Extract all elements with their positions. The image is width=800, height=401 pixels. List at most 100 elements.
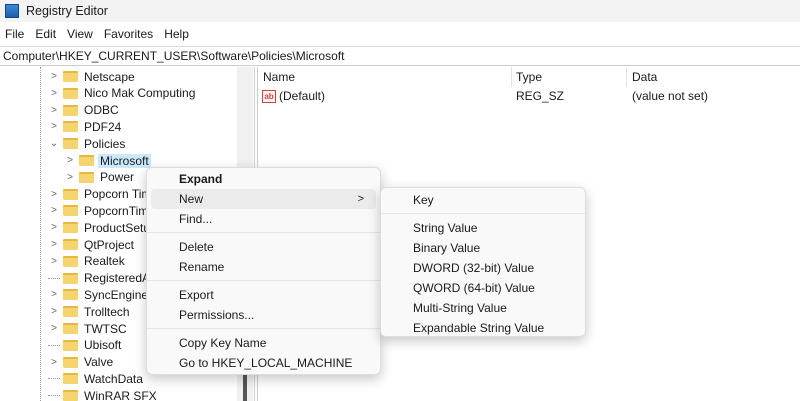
folder-icon (63, 121, 78, 133)
chevron-right-icon[interactable]: > (48, 323, 60, 334)
tree-item[interactable]: Ubisoft (48, 337, 123, 354)
chevron-right-icon: > (357, 193, 364, 205)
tree-item-label: Ubisoft (84, 338, 122, 353)
menu-bar: File Edit View Favorites Help (0, 24, 800, 44)
folder-icon (63, 188, 78, 200)
menu-file[interactable]: File (0, 27, 30, 41)
folder-icon (63, 205, 78, 217)
tree-item[interactable]: > Valve (48, 354, 115, 371)
menu-separator (147, 280, 380, 281)
menu-item-copy-key-name[interactable]: Copy Key Name (151, 333, 376, 353)
tree-leaf-connector (48, 337, 60, 346)
menu-item-expand[interactable]: Expand (151, 169, 376, 189)
chevron-right-icon[interactable]: > (48, 105, 60, 116)
menu-item-delete[interactable]: Delete (151, 237, 376, 257)
submenu-item-binary-value[interactable]: Binary Value (385, 238, 581, 258)
column-header-type[interactable]: Type (516, 70, 542, 84)
tree-item[interactable]: > Power (64, 169, 136, 186)
menu-edit[interactable]: Edit (30, 27, 62, 41)
tree-item-label: Trolltech (84, 304, 130, 319)
menu-separator (147, 328, 380, 329)
chevron-right-icon[interactable]: > (48, 239, 60, 250)
registry-editor-icon (5, 4, 19, 18)
tree-item[interactable]: > TWTSC (48, 320, 129, 337)
submenu-item-string-value[interactable]: String Value (385, 218, 581, 238)
tree-item-label: ODBC (84, 103, 119, 118)
chevron-right-icon[interactable]: > (64, 155, 76, 166)
tree-item-label: Netscape (84, 69, 135, 84)
folder-icon (63, 255, 78, 267)
column-divider[interactable] (626, 67, 627, 87)
tree-item[interactable]: ⌄ Policies (48, 135, 127, 152)
column-header-name[interactable]: Name (263, 70, 295, 84)
folder-icon (63, 71, 78, 82)
folder-icon (63, 239, 78, 250)
tree-item[interactable]: > PopcornTime (48, 202, 157, 219)
tree-item[interactable]: > QtProject (48, 236, 136, 253)
tree-item-label: Power (100, 170, 135, 185)
tree-item[interactable]: > Nico Mak Computing (48, 85, 197, 102)
value-data: (value not set) (632, 89, 709, 103)
tree-leaf-connector (48, 387, 60, 397)
chevron-right-icon[interactable]: > (48, 289, 60, 300)
tree-item[interactable]: > Microsoft (64, 152, 151, 169)
chevron-right-icon[interactable]: > (48, 189, 60, 200)
chevron-right-icon[interactable]: > (48, 205, 60, 216)
tree-item[interactable]: > ODBC (48, 102, 121, 119)
menu-item-permissions[interactable]: Permissions... (151, 305, 376, 325)
tree-item[interactable]: WatchData (48, 370, 145, 387)
new-submenu: Key String Value Binary Value DWORD (32-… (380, 187, 586, 337)
folder-icon (63, 222, 78, 234)
folder-icon (63, 373, 78, 385)
tree-item-label: Policies (84, 136, 126, 151)
submenu-item-dword-value[interactable]: DWORD (32-bit) Value (385, 258, 581, 278)
context-menu: Expand New > Find... Delete Rename Export… (146, 167, 381, 375)
chevron-right-icon[interactable]: > (48, 256, 60, 267)
submenu-item-qword-value[interactable]: QWORD (64-bit) Value (385, 278, 581, 298)
menu-favorites[interactable]: Favorites (99, 27, 159, 41)
tree-item[interactable]: > Realtek (48, 253, 127, 270)
menu-item-find[interactable]: Find... (151, 209, 376, 229)
chevron-right-icon[interactable]: > (48, 121, 60, 132)
tree-item[interactable]: > PDF24 (48, 118, 123, 135)
tree-item[interactable]: > Netscape (48, 68, 137, 85)
tree-item-label: SyncEngines (84, 287, 155, 302)
menu-help[interactable]: Help (159, 27, 195, 41)
tree-leaf-connector (48, 270, 60, 279)
menu-separator (147, 232, 380, 233)
chevron-right-icon[interactable]: > (48, 306, 60, 317)
column-header-data[interactable]: Data (632, 70, 657, 84)
tree-item[interactable]: > SyncEngines (48, 286, 156, 303)
chevron-right-icon[interactable]: > (48, 222, 60, 233)
chevron-right-icon[interactable]: > (48, 357, 60, 368)
menu-item-new[interactable]: New > (151, 189, 376, 209)
tree-item-label: Microsoft (98, 153, 151, 168)
value-row-name[interactable]: ab (Default) (262, 89, 325, 104)
menu-item-goto-hklm[interactable]: Go to HKEY_LOCAL_MACHINE (151, 353, 376, 373)
menu-view[interactable]: View (62, 27, 99, 41)
chevron-right-icon[interactable]: > (64, 172, 76, 183)
tree-item-label: TWTSC (84, 321, 127, 336)
tree-item-label: Valve (84, 355, 114, 370)
menu-item-export[interactable]: Export (151, 285, 376, 305)
tree-item-label: Popcorn Tim (84, 187, 152, 202)
chevron-down-icon[interactable]: ⌄ (48, 138, 60, 149)
tree-item-label: RegisteredA (84, 271, 151, 286)
tree-item[interactable]: > Popcorn Tim (48, 186, 153, 203)
submenu-item-expandable-string-value[interactable]: Expandable String Value (385, 318, 581, 338)
chevron-right-icon[interactable]: > (48, 88, 60, 99)
folder-icon (63, 87, 78, 99)
folder-icon (63, 356, 78, 368)
tree-item[interactable]: RegisteredA (48, 270, 152, 287)
submenu-item-multi-string-value[interactable]: Multi-String Value (385, 298, 581, 318)
tree-scrollbar-thumb[interactable] (243, 375, 247, 401)
tree-item-label: Nico Mak Computing (84, 86, 196, 101)
submenu-item-key[interactable]: Key (385, 190, 581, 210)
column-divider[interactable] (511, 67, 512, 87)
tree-item[interactable]: > ProductSetu (48, 219, 152, 236)
tree-item[interactable]: > Trolltech (48, 303, 132, 320)
tree-item[interactable]: WinRAR SFX (48, 387, 159, 401)
address-bar[interactable]: Computer\HKEY_CURRENT_USER\Software\Poli… (0, 46, 800, 66)
menu-item-rename[interactable]: Rename (151, 257, 376, 277)
chevron-right-icon[interactable]: > (48, 71, 60, 82)
